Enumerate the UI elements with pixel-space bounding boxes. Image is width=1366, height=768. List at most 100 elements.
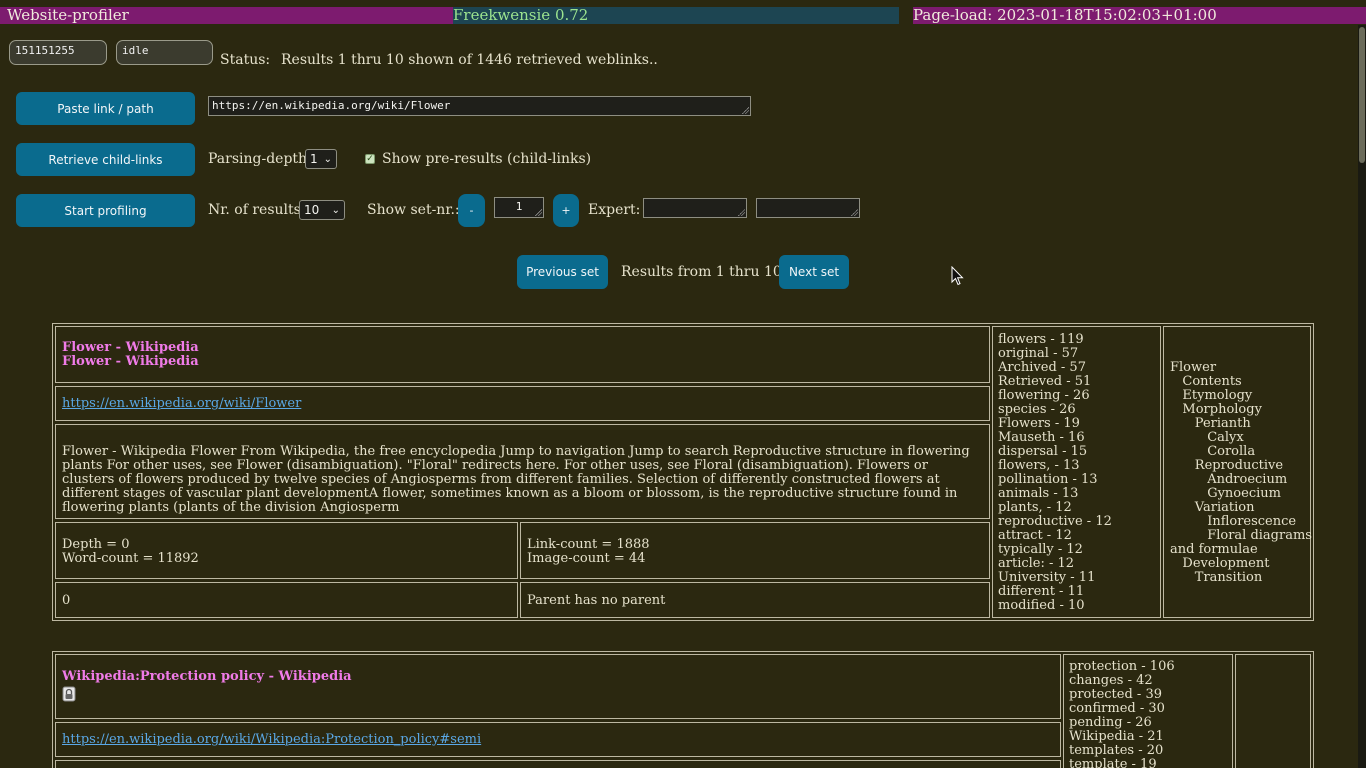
scrollbar-thumb[interactable]	[1359, 27, 1365, 163]
nr-results-label: Nr. of results:	[208, 202, 306, 218]
status-text: Results 1 thru 10 shown of 1446 retrieve…	[281, 52, 658, 68]
increment-set-button[interactable]: +	[553, 194, 579, 227]
status-label: Status:	[220, 52, 271, 68]
show-set-label: Show set-nr.:	[367, 202, 460, 218]
keyword-item: flowers - 119	[998, 332, 1084, 347]
keyword-item: pollination - 13	[998, 472, 1098, 487]
keyword-item: changes - 42	[1069, 673, 1153, 688]
result-snippet: Flower - Wikipedia Flower From Wikipedia…	[62, 444, 970, 515]
expert-input-2[interactable]	[756, 198, 860, 218]
result-snippet-cell	[55, 760, 1061, 768]
result-snippet-cell: Flower - Wikipedia Flower From Wikipedia…	[55, 424, 990, 519]
page-load-bar: Page-load: 2023-01-18T15:02:03+01:00	[913, 7, 1366, 24]
results-range-text: Results from 1 thru 10	[621, 264, 782, 280]
keyword-item: Wikipedia - 21	[1069, 729, 1164, 744]
keyword-item: template - 19	[1069, 757, 1157, 768]
keyword-item: original - 57	[998, 346, 1079, 361]
result-subtitle[interactable]: Flower - Wikipedia	[62, 355, 983, 369]
toc-item: Gynoecium	[1170, 486, 1281, 501]
toc-item: Reproductive	[1170, 458, 1284, 473]
result-title-cell: Wikipedia:Protection policy - Wikipedia	[55, 654, 1061, 719]
link-input[interactable]: https://en.wikipedia.org/wiki/Flower	[208, 96, 751, 116]
state-field[interactable]: idle	[116, 40, 213, 65]
toc-item: Androecium	[1170, 472, 1288, 487]
link-count-value: Link-count = 1888	[527, 537, 650, 552]
keyword-item: Mauseth - 16	[998, 430, 1085, 445]
keyword-item: attract - 12	[998, 528, 1072, 543]
result-title[interactable]: Wikipedia:Protection policy - Wikipedia	[62, 670, 1054, 684]
toc-item: Development	[1170, 556, 1270, 571]
result-parent-text-cell: Parent has no parent	[520, 582, 990, 618]
keyword-item: protected - 39	[1069, 687, 1162, 702]
result-url-cell: https://en.wikipedia.org/wiki/Wikipedia:…	[55, 722, 1061, 757]
mouse-cursor-icon	[951, 266, 964, 286]
keyword-item: pending - 26	[1069, 715, 1152, 730]
parent-id-value: 0	[62, 593, 71, 608]
result-url-link[interactable]: https://en.wikipedia.org/wiki/Flower	[62, 396, 301, 411]
retrieve-child-links-button[interactable]: Retrieve child-links	[16, 143, 195, 176]
next-set-button[interactable]: Next set	[779, 255, 849, 289]
result-url-link[interactable]: https://en.wikipedia.org/wiki/Wikipedia:…	[62, 732, 481, 747]
result-links-cell: Link-count = 1888 Image-count = 44	[520, 522, 990, 579]
result-depth-cell: Depth = 0 Word-count = 11892	[55, 522, 518, 579]
toc-item: Corolla	[1170, 444, 1256, 459]
toc-item: Morphology	[1170, 402, 1262, 417]
keyword-item: Flowers - 19	[998, 416, 1080, 431]
toc-item: Flower	[1170, 360, 1217, 375]
keyword-item: Archived - 57	[998, 360, 1086, 375]
keyword-item: typically - 12	[998, 542, 1083, 557]
depth-value: Depth = 0	[62, 537, 130, 552]
chevron-down-icon: ⌄	[323, 154, 332, 165]
keyword-item: modified - 10	[998, 598, 1085, 613]
keyword-item: reproductive - 12	[998, 514, 1112, 529]
keyword-list: flowers - 119 original - 57 Archived - 5…	[992, 326, 1161, 618]
set-nr-input[interactable]: 1	[494, 197, 544, 218]
keyword-item: flowers, - 13	[998, 458, 1080, 473]
keyword-item: flowering - 26	[998, 388, 1090, 403]
image-count-value: Image-count = 44	[527, 551, 646, 566]
result-url-cell: https://en.wikipedia.org/wiki/Flower	[55, 386, 990, 421]
keyword-item: animals - 13	[998, 486, 1079, 501]
parsing-depth-value: 1	[310, 152, 318, 166]
start-profiling-button[interactable]: Start profiling	[16, 194, 195, 227]
parsing-depth-select[interactable]: 1 ⌄	[305, 149, 337, 169]
lock-icon	[62, 686, 76, 702]
toc-item: Contents	[1170, 374, 1242, 389]
result-title[interactable]: Flower - Wikipedia	[62, 341, 983, 355]
top-bar: Website-profiler Freekwensie 0.72 Page-l…	[0, 7, 1366, 24]
word-count-value: Word-count = 11892	[62, 551, 199, 566]
keyword-list: protection - 106 changes - 42 protected …	[1063, 654, 1233, 768]
expert-label: Expert:	[588, 202, 641, 218]
keyword-item: Retrieved - 51	[998, 374, 1092, 389]
previous-set-button[interactable]: Previous set	[517, 255, 608, 289]
toc-item: Perianth	[1170, 416, 1251, 431]
app-name: Website-profiler	[7, 6, 129, 24]
id-field[interactable]: 151151255	[9, 40, 107, 65]
keyword-item: protection - 106	[1069, 659, 1175, 674]
result-title-cell: Flower - Wikipedia Flower - Wikipedia	[55, 326, 990, 383]
keyword-item: plants, - 12	[998, 500, 1072, 515]
toc-item: Calyx	[1170, 430, 1244, 445]
toc-item: Floral diagrams	[1170, 528, 1312, 543]
page-scrollbar[interactable]	[1358, 25, 1366, 768]
parsing-depth-label: Parsing-depth:	[208, 151, 312, 167]
version-bar: Freekwensie 0.72	[453, 7, 899, 24]
parent-text-value: Parent has no parent	[527, 593, 666, 608]
keyword-item: confirmed - 30	[1069, 701, 1165, 716]
table-of-contents	[1235, 654, 1311, 768]
decrement-set-button[interactable]: -	[458, 194, 485, 227]
toc-item: Variation	[1170, 500, 1255, 515]
keyword-item: different - 11	[998, 584, 1085, 599]
show-pre-results-label: Show pre-results (child-links)	[382, 151, 592, 167]
toc-item: Transition	[1170, 570, 1263, 585]
expert-input-1[interactable]	[643, 198, 747, 218]
keyword-item: dispersal - 15	[998, 444, 1088, 459]
keyword-item: article: - 12	[998, 556, 1075, 571]
nr-results-select[interactable]: 10 ⌄	[299, 200, 345, 220]
toc-item: and formulae	[1170, 542, 1258, 557]
toc-item: Inflorescence	[1170, 514, 1297, 529]
page-load-timestamp: Page-load: 2023-01-18T15:02:03+01:00	[913, 6, 1217, 24]
paste-link-button[interactable]: Paste link / path	[16, 92, 195, 125]
nr-results-value: 10	[304, 203, 320, 217]
show-pre-results-checkbox[interactable]: ✓	[365, 154, 375, 164]
